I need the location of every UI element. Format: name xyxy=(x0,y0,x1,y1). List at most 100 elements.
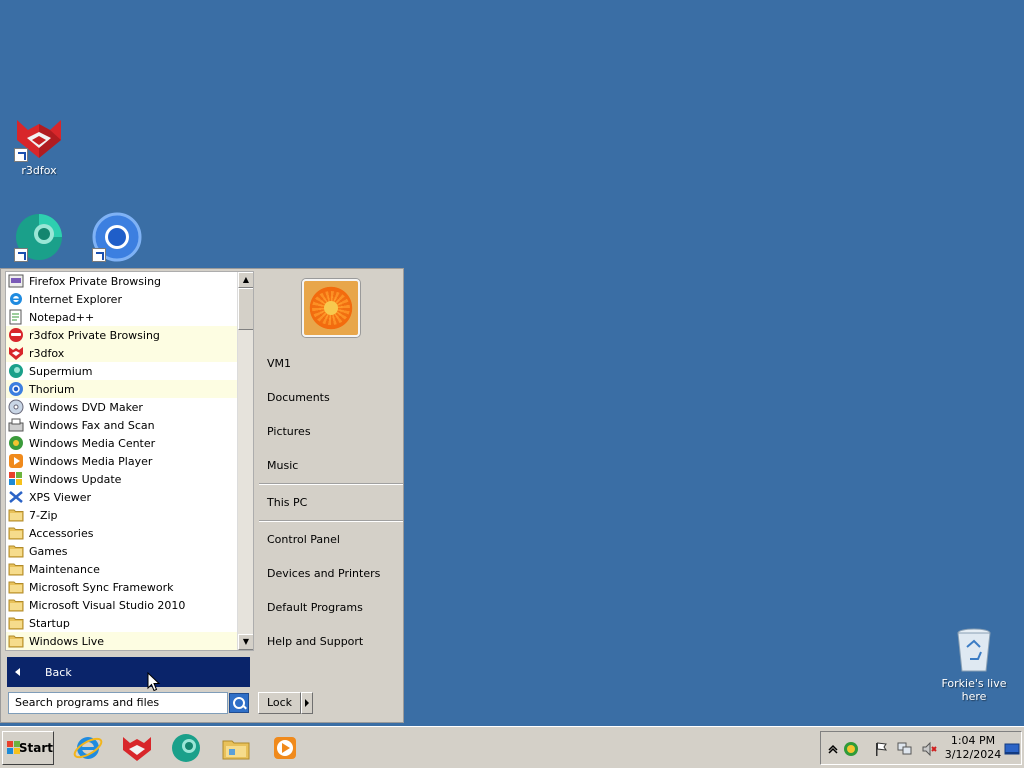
program-label: Microsoft Visual Studio 2010 xyxy=(29,598,186,612)
program-item[interactable]: Thorium xyxy=(6,380,238,398)
recycle-bin-icon xyxy=(949,625,999,675)
folder-icon xyxy=(8,579,24,595)
desktop-icon-r3dfox[interactable]: r3dfox xyxy=(3,112,75,177)
media-player-icon[interactable] xyxy=(269,732,301,764)
shortcut-arrow-icon xyxy=(14,248,28,262)
desktop-icon-recycle-bin[interactable]: Forkie's live here xyxy=(938,625,1010,703)
program-label: Firefox Private Browsing xyxy=(29,274,162,288)
program-label: Windows DVD Maker xyxy=(29,400,143,414)
user-folder-link[interactable]: VM1 xyxy=(267,356,291,372)
shutdown-options-button[interactable] xyxy=(301,692,313,714)
program-item[interactable]: Windows Media Center xyxy=(6,434,238,452)
program-item[interactable]: Windows Update xyxy=(6,470,238,488)
lock-button[interactable]: Lock xyxy=(258,692,301,714)
devices-printers-link[interactable]: Devices and Printers xyxy=(267,566,380,582)
supermium-icon xyxy=(8,363,24,379)
back-button[interactable]: Back xyxy=(7,657,250,687)
program-item[interactable]: Windows Fax and Scan xyxy=(6,416,238,434)
start-button[interactable]: Start xyxy=(2,731,54,765)
scroll-thumb[interactable] xyxy=(238,288,253,330)
program-label: XPS Viewer xyxy=(29,490,92,504)
network-icon[interactable] xyxy=(897,741,913,757)
program-item[interactable]: r3dfox Private Browsing xyxy=(6,326,238,344)
scroll-up-button[interactable]: ▲ xyxy=(238,272,253,288)
internet-explorer-icon[interactable] xyxy=(72,732,104,764)
user-picture[interactable] xyxy=(302,279,360,337)
all-programs-list: Firefox Private Browsing Internet Explore… xyxy=(5,271,254,651)
scroll-down-button[interactable]: ▼ xyxy=(238,634,253,650)
firefox-private-icon xyxy=(8,273,24,289)
r3dfox-private-icon xyxy=(8,327,24,343)
file-explorer-icon[interactable] xyxy=(220,732,252,764)
program-item[interactable]: Windows Media Player xyxy=(6,452,238,470)
program-item[interactable]: XPS Viewer xyxy=(6,488,238,506)
show-hidden-icons-icon[interactable] xyxy=(825,741,841,757)
desktop-icon-supermium[interactable] xyxy=(3,212,75,264)
folder-icon xyxy=(8,597,24,613)
program-item[interactable]: Windows Live xyxy=(6,632,238,650)
program-label: Accessories xyxy=(29,526,94,540)
program-item[interactable]: Firefox Private Browsing xyxy=(6,272,238,290)
taskbar: Start 1:04 PM 3/12/2024 xyxy=(0,726,1024,768)
program-item[interactable]: Microsoft Sync Framework xyxy=(6,578,238,596)
program-label: Windows Update xyxy=(29,472,122,486)
clock-date: 3/12/2024 xyxy=(944,748,1002,761)
show-desktop-icon[interactable] xyxy=(1004,741,1020,757)
start-menu-right-pane: VM1 Documents Pictures Music This PC Con… xyxy=(259,271,403,687)
start-menu: Firefox Private Browsing Internet Explore… xyxy=(0,268,404,723)
program-label: Thorium xyxy=(29,382,75,396)
separator xyxy=(259,483,403,485)
r3dfox-icon[interactable] xyxy=(121,732,153,764)
volume-muted-icon[interactable] xyxy=(921,741,937,757)
back-label: Back xyxy=(45,665,72,679)
program-item[interactable]: 7-Zip xyxy=(6,506,238,524)
internet-explorer-icon xyxy=(8,291,24,307)
program-item[interactable]: r3dfox xyxy=(6,344,238,362)
desktop-icon-thorium[interactable] xyxy=(81,212,153,264)
program-label: Internet Explorer xyxy=(29,292,122,306)
music-link[interactable]: Music xyxy=(267,458,298,474)
scrollbar[interactable]: ▲ ▼ xyxy=(237,272,253,650)
program-item[interactable]: Microsoft Visual Studio 2010 xyxy=(6,596,238,614)
folder-icon xyxy=(8,507,24,523)
supermium-icon xyxy=(14,212,64,262)
program-item[interactable]: Windows DVD Maker xyxy=(6,398,238,416)
security-center-icon[interactable] xyxy=(843,741,859,757)
default-programs-link[interactable]: Default Programs xyxy=(267,600,363,616)
program-list: Firefox Private Browsing Internet Explore… xyxy=(6,272,238,650)
program-item[interactable]: Internet Explorer xyxy=(6,290,238,308)
clock-time: 1:04 PM xyxy=(950,734,996,747)
folder-icon xyxy=(8,633,24,649)
documents-link[interactable]: Documents xyxy=(267,390,330,406)
help-support-link[interactable]: Help and Support xyxy=(267,634,363,650)
action-center-flag-icon[interactable] xyxy=(873,741,889,757)
thorium-icon xyxy=(92,212,142,262)
program-label: Startup xyxy=(29,616,70,630)
program-item[interactable]: Maintenance xyxy=(6,560,238,578)
search-icon[interactable] xyxy=(229,693,249,713)
program-item[interactable]: Notepad++ xyxy=(6,308,238,326)
supermium-icon[interactable] xyxy=(170,732,202,764)
start-label: Start xyxy=(18,741,53,755)
folder-icon xyxy=(8,561,24,577)
program-label: Windows Media Player xyxy=(29,454,153,468)
search-input[interactable]: Search programs and files xyxy=(8,692,228,714)
xps-viewer-icon xyxy=(8,489,24,505)
pictures-link[interactable]: Pictures xyxy=(267,424,311,440)
program-item[interactable]: Startup xyxy=(6,614,238,632)
control-panel-link[interactable]: Control Panel xyxy=(267,532,340,548)
desktop-icon-label: r3dfox xyxy=(21,164,57,177)
dvd-maker-icon xyxy=(8,399,24,415)
this-pc-link[interactable]: This PC xyxy=(267,495,307,511)
program-item[interactable]: Accessories xyxy=(6,524,238,542)
program-item[interactable]: Supermium xyxy=(6,362,238,380)
fax-scan-icon xyxy=(8,417,24,433)
program-label: Notepad++ xyxy=(29,310,95,324)
separator xyxy=(259,520,403,522)
clock[interactable]: 1:04 PM 3/12/2024 xyxy=(943,734,1003,762)
r3dfox-icon xyxy=(14,112,64,162)
program-label: 7-Zip xyxy=(29,508,58,522)
program-item[interactable]: Games xyxy=(6,542,238,560)
program-label: Games xyxy=(29,544,68,558)
program-label: Supermium xyxy=(29,364,93,378)
